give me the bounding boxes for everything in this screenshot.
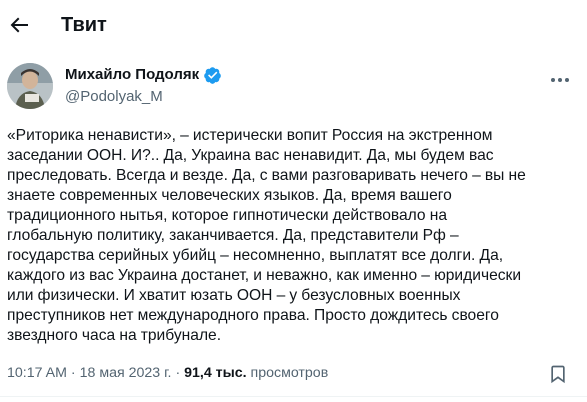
meta-separator: · [175, 365, 181, 381]
arrow-left-icon[interactable] [7, 13, 31, 37]
tweet-line: государства серийных убийц – несомненно,… [7, 247, 504, 264]
tweet-line: звездного часа на трибунале. [7, 327, 222, 344]
author-name[interactable]: Михайло Подоляк [65, 65, 199, 85]
bookmark-icon[interactable] [548, 364, 568, 384]
tweet-time[interactable]: 10:17 AM [7, 365, 67, 381]
tweet-line: традиционного нытья, которое гипнотическ… [7, 207, 448, 224]
tweet-line: заседании ООН. И?.. Да, Украина вас нена… [7, 147, 494, 164]
tweet-line: преступников нет международного права. П… [7, 307, 499, 324]
views-label: просмотров [250, 365, 329, 381]
tweet-line: глобальную политику, заканчивается. Да, … [7, 227, 459, 244]
author-name-row[interactable]: Михайло Подоляк [65, 65, 222, 85]
more-horizontal-icon[interactable] [548, 70, 572, 90]
views-count: 91,4 тыс. [184, 365, 247, 381]
tweet-line: или физически. И хватит юзать ООН – у бе… [7, 287, 461, 304]
page-title: Твит [61, 14, 107, 36]
top-bar: Твит [0, 0, 587, 50]
verified-badge-icon [204, 66, 221, 84]
meta-separator: · [70, 365, 76, 381]
tweet-line: каждого из вас Украина достанет, и неваж… [7, 267, 522, 284]
tweet-date[interactable]: 18 мая 2023 г. [80, 365, 172, 381]
tweet-line: «Риторика ненависти», – истерически вопи… [7, 127, 493, 144]
tweet-line: преследовать. Всегда и везде. Да, с вами… [7, 167, 526, 184]
avatar[interactable] [7, 63, 53, 109]
avatar-image [7, 63, 53, 109]
divider [0, 396, 587, 397]
tweet-meta: 10:17 AM · 18 мая 2023 г. · 91,4 тыс. пр… [7, 363, 328, 383]
author-handle[interactable]: @Podolyak_M [65, 87, 163, 107]
tweet-line: знаете современных человеческих языков. … [7, 187, 452, 204]
tweet-text: «Риторика ненависти», – истерически вопи… [7, 126, 567, 346]
